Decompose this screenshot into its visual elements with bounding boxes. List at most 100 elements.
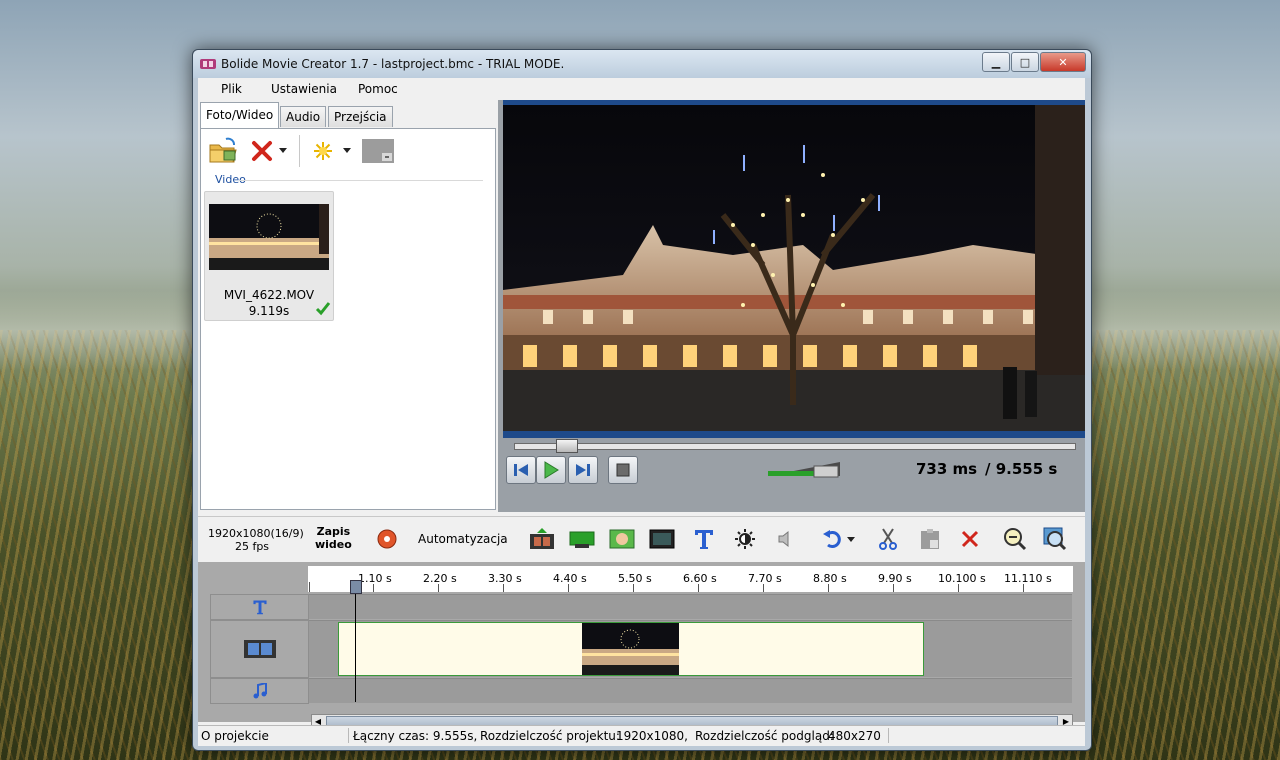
- paste-icon: [921, 529, 939, 549]
- ruler-label: 11.110 s: [1004, 572, 1052, 585]
- volume-slider[interactable]: [768, 462, 840, 478]
- ruler-tick: [698, 584, 699, 592]
- audio-track[interactable]: [309, 678, 1072, 703]
- zoom-fit-button[interactable]: [1041, 526, 1069, 552]
- sparkle-icon: [314, 142, 332, 160]
- save-video-label-1: Zapis: [316, 525, 351, 538]
- clip-name: MVI_4622.MOV: [223, 288, 315, 302]
- undo-icon: [823, 530, 841, 548]
- playhead-handle[interactable]: [350, 580, 362, 594]
- remove-dropdown[interactable]: [277, 143, 289, 157]
- stop-button[interactable]: [608, 456, 638, 484]
- effects-button[interactable]: [309, 137, 337, 165]
- ruler-label: 3.30 s: [488, 572, 522, 585]
- clip-duration: 9.119s: [248, 304, 290, 318]
- timeline-area: 1.10 s 2.20 s 3.30 s 4.40 s 5.50 s 6.60 …: [198, 562, 1085, 730]
- undo-button[interactable]: [818, 526, 846, 552]
- ruler-label: 10.100 s: [938, 572, 986, 585]
- tab-przejscia[interactable]: Przejścia: [328, 106, 393, 127]
- preview-area: 733 ms / 9.555 s: [498, 100, 1085, 512]
- seek-bar[interactable]: [514, 439, 1076, 453]
- status-bar: O projekcie Łączny czas: 9.555s, Rozdzie…: [198, 725, 1085, 746]
- insert-clip-button[interactable]: [528, 526, 556, 552]
- ruler-label: 4.40 s: [553, 572, 587, 585]
- video-frame-icon: [649, 529, 675, 549]
- film-strip-icon: [569, 531, 595, 548]
- maximize-icon: □: [1019, 55, 1031, 69]
- ruler-label: 5.50 s: [618, 572, 652, 585]
- minimize-button[interactable]: ▁: [982, 52, 1010, 72]
- text-t-icon: [252, 600, 267, 615]
- current-time: 733 ms: [916, 460, 978, 478]
- media-clip-card[interactable]: MVI_4622.MOV 9.119s: [204, 191, 334, 321]
- video-track-header[interactable]: [210, 620, 309, 678]
- timeline-video-clip[interactable]: [338, 622, 924, 676]
- undo-dropdown[interactable]: [844, 526, 858, 552]
- record-icon: [377, 529, 397, 549]
- play-button[interactable]: [536, 456, 566, 484]
- checkmark-icon: [315, 302, 331, 316]
- project-format[interactable]: 1920x1080(16/9) 25 fps: [208, 527, 304, 553]
- brightness-button[interactable]: [731, 526, 759, 552]
- text-button[interactable]: [690, 526, 718, 552]
- seek-thumb[interactable]: [556, 439, 578, 453]
- audio-button[interactable]: [772, 526, 800, 552]
- delete-button[interactable]: [956, 526, 984, 552]
- title-bar[interactable]: Bolide Movie Creator 1.7 - lastproject.b…: [193, 50, 1091, 78]
- text-track[interactable]: [309, 594, 1072, 619]
- menu-bar: Plik Ustawienia Pomoc: [198, 78, 1085, 100]
- image-button[interactable]: [608, 526, 636, 552]
- audio-track-header[interactable]: [210, 678, 309, 704]
- close-button[interactable]: ✕: [1040, 52, 1086, 72]
- total-duration: Łączny czas: 9.555s,: [353, 729, 478, 743]
- ruler-tick: [958, 584, 959, 592]
- about-project-link[interactable]: O projekcie: [201, 729, 269, 743]
- record-button[interactable]: [373, 526, 401, 552]
- open-files-button[interactable]: [207, 135, 239, 167]
- ruler-tick: [1023, 584, 1024, 592]
- video-frame-button[interactable]: [648, 526, 676, 552]
- zoom-out-button[interactable]: [1001, 526, 1029, 552]
- automation-button[interactable]: Automatyzacja: [418, 532, 508, 546]
- red-x-icon: [961, 530, 979, 548]
- ruler-tick: [633, 584, 634, 592]
- dropdown-arrow-icon: [279, 147, 287, 153]
- menu-pomoc[interactable]: Pomoc: [358, 82, 398, 96]
- split-clip-button[interactable]: [568, 526, 596, 552]
- effects-dropdown[interactable]: [341, 143, 353, 157]
- save-video-button[interactable]: Zapis wideo: [315, 525, 352, 551]
- dropdown-arrow-icon: [847, 536, 855, 542]
- cut-button[interactable]: [874, 526, 902, 552]
- ruler-label: 8.80 s: [813, 572, 847, 585]
- go-to-end-button[interactable]: [568, 456, 598, 484]
- music-note-icon: [253, 683, 267, 699]
- film-insert-icon: [530, 528, 554, 549]
- paste-button[interactable]: [916, 526, 944, 552]
- remove-button[interactable]: [249, 137, 275, 165]
- play-icon: [544, 461, 559, 479]
- tab-audio[interactable]: Audio: [280, 106, 327, 127]
- skip-back-icon: [514, 464, 528, 476]
- ruler-tick: [503, 584, 504, 592]
- tab-foto-wideo[interactable]: Foto/Wideo: [200, 102, 280, 128]
- client-area: Plik Ustawienia Pomoc Foto/Wideo Audio P…: [198, 78, 1085, 746]
- menu-ustawienia[interactable]: Ustawienia: [271, 82, 337, 96]
- timeline-ruler[interactable]: 1.10 s 2.20 s 3.30 s 4.40 s 5.50 s 6.60 …: [308, 566, 1073, 592]
- clip-thumbnail: [209, 204, 329, 270]
- playhead-line: [355, 582, 356, 702]
- scissors-icon: [879, 528, 897, 550]
- frame-button[interactable]: [361, 138, 395, 164]
- text-track-header[interactable]: [210, 594, 309, 620]
- menu-plik[interactable]: Plik: [221, 82, 242, 96]
- window-title: Bolide Movie Creator 1.7 - lastproject.b…: [221, 57, 565, 71]
- project-resolution-value: 1920x1080,: [616, 729, 688, 743]
- red-x-icon: [252, 141, 272, 161]
- video-preview[interactable]: [503, 105, 1085, 431]
- maximize-button[interactable]: □: [1011, 52, 1039, 72]
- project-resolution: 1920x1080(16/9): [208, 527, 304, 540]
- go-to-start-button[interactable]: [506, 456, 536, 484]
- ruler-label: 7.70 s: [748, 572, 782, 585]
- ruler-tick: [568, 584, 569, 592]
- zoom-out-icon: [1004, 528, 1027, 551]
- ruler-tick: [893, 584, 894, 592]
